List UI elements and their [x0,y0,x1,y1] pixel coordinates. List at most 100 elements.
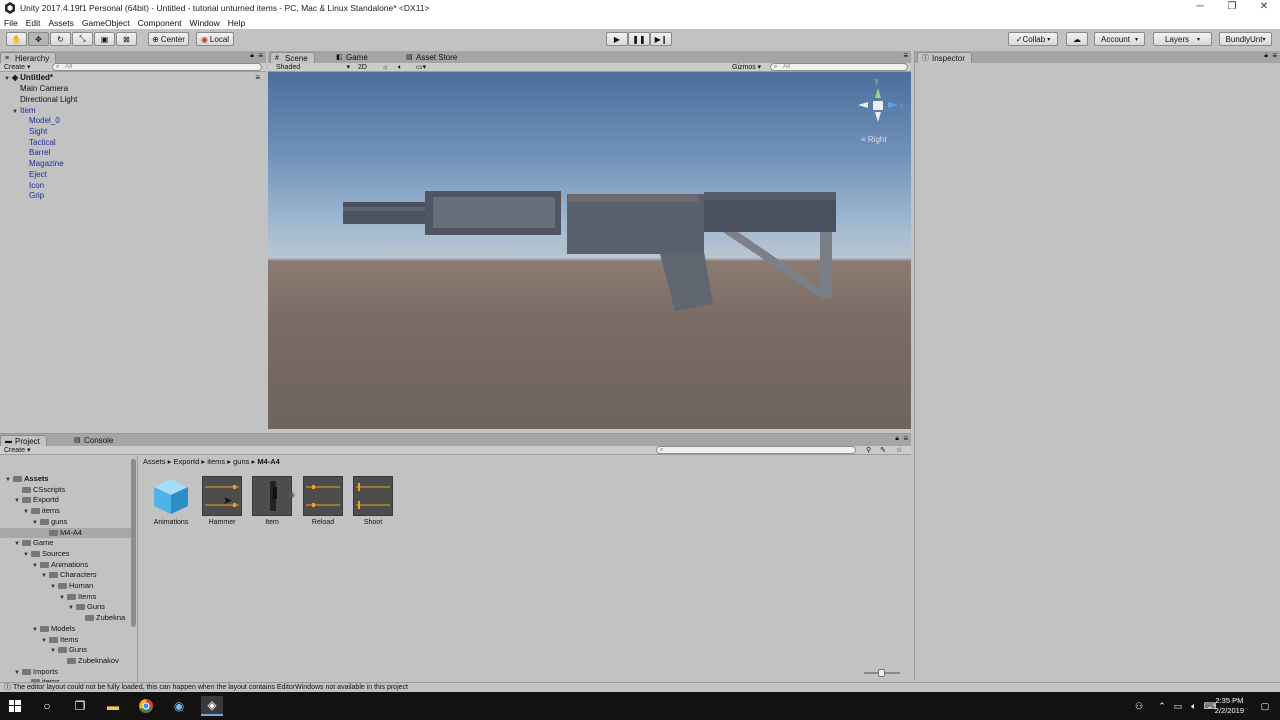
tree-item[interactable]: ▼ Imports [0,667,132,678]
panel-menu-icon[interactable]: ≡ [903,434,908,443]
orientation-gizmo[interactable]: y z ≡ Right [856,78,906,148]
lock-icon[interactable]: 🔒︎ [895,435,899,443]
asset-hammer[interactable]: Hammer [201,476,243,526]
tree-item[interactable]: ▼ Exportd [0,495,132,506]
tree-item[interactable]: ▼ Guns [0,602,132,613]
shading-mode-dropdown[interactable]: Shaded ▾ [276,63,350,72]
hierarchy-item-directional-light[interactable]: Directional Light [20,95,77,105]
breadcrumb-assets[interactable]: Assets [143,457,166,466]
chevron-down-icon[interactable]: ▼ [59,593,67,603]
menu-file[interactable]: File [0,18,22,28]
collab-dropdown[interactable]: ✓ Collab ▾ [1008,32,1058,46]
asset-reload[interactable]: Reload [302,476,344,526]
tab-console[interactable]: ▤ Console [70,435,120,446]
tab-project[interactable]: ▬ Project [0,435,47,446]
tree-item[interactable]: ▼ Game [0,538,132,549]
rect-tool-icon[interactable]: ▣ [94,32,115,46]
pause-button[interactable]: ❚❚ [628,32,650,46]
scene-root-row[interactable]: ▼ ◈ Untitled* ≡ [4,73,266,84]
people-icon[interactable]: ⚇ [1128,696,1150,716]
tree-item[interactable]: Zubeknakov [0,656,132,666]
step-button[interactable]: ▶❙ [650,32,672,46]
pivot-center-button[interactable]: ⊕ Center [148,32,189,46]
chevron-down-icon[interactable]: ▼ [50,582,58,592]
panel-menu-icon[interactable]: ≡ [903,51,908,60]
chevron-down-icon[interactable]: ▼ [23,507,31,517]
notification-icon[interactable]: ▢ [1254,696,1276,716]
pivot-local-button[interactable]: ◉ Local [196,32,234,46]
chrome-icon[interactable] [135,696,157,716]
create-dropdown[interactable]: Create ▾ [4,63,30,72]
hierarchy-item-grip[interactable]: Grip [29,191,44,201]
steam-icon[interactable]: ◉ [168,696,190,716]
audio-toggle-icon[interactable]: 🔈︎ [398,63,402,72]
windows-start-icon[interactable] [4,696,26,716]
chevron-down-icon[interactable]: ▼ [41,571,49,581]
tree-item[interactable]: ▼ Guns [0,645,132,656]
search-icon[interactable]: ○ [36,696,58,716]
tree-scrollbar[interactable] [131,459,136,627]
chevron-down-icon[interactable]: ▼ [41,636,49,646]
create-dropdown[interactable]: Create ▾ [4,446,30,455]
menu-edit[interactable]: Edit [22,18,45,28]
chevron-down-icon[interactable]: ▼ [23,550,31,560]
hierarchy-item-main-camera[interactable]: Main Camera [20,84,68,94]
lock-icon[interactable]: 🔒︎ [1264,52,1268,60]
tree-item[interactable]: ▼ guns [0,517,132,528]
restore-icon[interactable]: ❐ [1216,0,1248,16]
layers-dropdown[interactable]: Layers ▾ [1153,32,1212,46]
tab-hierarchy[interactable]: ≡ Hierarchy [0,52,57,63]
chevron-down-icon[interactable]: ▼ [5,475,13,485]
chevron-down-icon[interactable]: ▼ [68,603,76,613]
breadcrumb-m4a4[interactable]: M4-A4 [257,457,280,466]
hierarchy-item-model[interactable]: Model_0 [29,116,60,126]
play-button[interactable]: ▶ [606,32,628,46]
gizmos-dropdown[interactable]: Gizmos ▾ [732,63,761,72]
slider-handle[interactable] [878,669,885,677]
chevron-down-icon[interactable]: ▼ [4,74,12,84]
breadcrumb-exportd[interactable]: Exportd [173,457,199,466]
chevron-down-icon[interactable]: ▼ [50,646,58,656]
thumbnail-size-slider[interactable] [864,669,900,677]
chevron-down-icon[interactable]: ▼ [32,625,40,635]
effects-dropdown-icon[interactable]: ▭▾ [416,63,426,72]
tree-item[interactable]: ▼ Items [0,592,132,603]
chevron-down-icon[interactable]: ▼ [14,668,22,678]
minimize-icon[interactable]: ─ [1184,0,1216,16]
panel-menu-icon[interactable]: ≡ [1272,51,1277,60]
scene-menu-icon[interactable]: ≡ [255,73,260,83]
tree-item[interactable]: M4-A4 [0,527,132,538]
tab-game[interactable]: ◧ Game [332,52,374,63]
tab-scene[interactable]: # Scene [270,52,315,63]
light-toggle-icon[interactable]: ☼ [382,63,388,72]
tree-item[interactable]: ▼ Human [0,581,132,592]
hierarchy-item-magazine[interactable]: Magazine [29,159,64,169]
hierarchy-item-sight[interactable]: Sight [29,127,47,137]
2d-toggle[interactable]: 2D [358,63,367,72]
tree-item[interactable]: ▼ Assets [0,474,132,485]
breadcrumb-guns[interactable]: guns [233,457,249,466]
tab-asset-store[interactable]: ▤ Asset Store [402,52,464,63]
lock-icon[interactable]: 🔒︎ [250,52,254,60]
chevron-down-icon[interactable]: ▼ [12,107,20,117]
hierarchy-item-icon[interactable]: Icon [29,181,44,191]
tree-item[interactable]: ▼ Items [0,635,132,646]
asset-item[interactable]: ◉ Item [251,476,295,526]
hand-tool-icon[interactable]: ✋ [6,32,27,46]
tree-item[interactable]: ▼ Animations [0,560,132,571]
expand-circle-icon[interactable]: ◉ [288,490,295,499]
tree-item[interactable]: CSscripts [0,485,132,495]
rotate-tool-icon[interactable]: ↻ [50,32,71,46]
tree-item[interactable]: ▼ items [0,506,132,517]
transform-tool-icon[interactable]: ⊠ [116,32,137,46]
hierarchy-item-tactical[interactable]: Tactical [29,138,56,148]
account-dropdown[interactable]: Account ▾ [1094,32,1145,46]
move-tool-icon[interactable]: ✥ [28,32,49,46]
filter-type-icon[interactable]: ⚲ [866,446,871,455]
layout-dropdown[interactable]: BundlyUnt ▾ [1219,32,1272,46]
chevron-down-icon[interactable]: ▼ [14,496,22,506]
system-clock[interactable]: 2:35 PM 2/2/2019 [1215,696,1244,716]
scale-tool-icon[interactable]: ⤡ [72,32,93,46]
file-explorer-icon[interactable]: ▬ [102,696,124,716]
cloud-icon[interactable]: ☁ [1066,32,1088,46]
